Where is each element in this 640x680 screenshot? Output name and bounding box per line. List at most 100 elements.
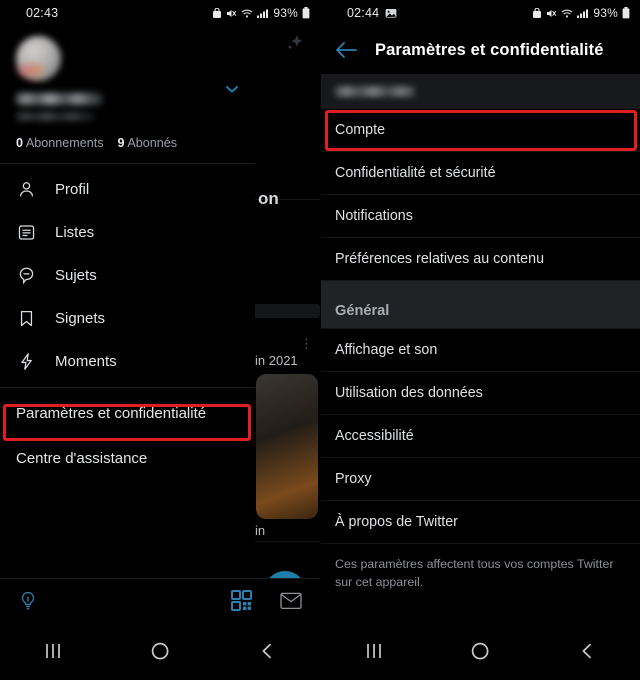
back-icon	[262, 643, 271, 659]
lightbulb-icon	[21, 591, 35, 609]
moments-icon	[16, 352, 37, 371]
menu-label-moments: Moments	[55, 353, 117, 370]
battery-percent: 93%	[273, 6, 298, 20]
android-navbar-right	[321, 622, 640, 680]
footer-item-help-center[interactable]: Centre d'assistance	[0, 440, 255, 477]
home-icon	[151, 642, 169, 660]
person-icon	[16, 180, 37, 199]
back-arrow-button[interactable]	[335, 41, 357, 59]
mute-icon	[226, 8, 237, 19]
left-phone-screen: 02:43 93% ⋮ on in 2021 in 0 Abonnements …	[0, 0, 320, 680]
settings-label-affichage-son: Affichage et son	[335, 342, 438, 358]
recents-icon	[46, 644, 61, 658]
menu-item-profil[interactable]: Profil	[0, 168, 255, 211]
chevron-down-icon	[226, 86, 238, 93]
drawer-menu: Profil Listes Sujets Signets Moments	[0, 164, 255, 383]
status-clock: 02:43	[26, 6, 59, 20]
drawer-footer: Paramètres et confidentialité Centre d'a…	[0, 395, 255, 477]
back-button[interactable]	[237, 631, 297, 671]
status-icons-group: 93%	[212, 6, 310, 20]
timeline-divider-2	[252, 541, 320, 542]
settings-row-accessibilite[interactable]: Accessibilité	[321, 415, 640, 458]
screenshot-icon	[385, 8, 397, 19]
recents-button-right[interactable]	[344, 631, 404, 671]
timeline-text-fragment-2: in 2021	[255, 353, 298, 368]
footer-label-settings-privacy: Paramètres et confidentialité	[16, 405, 207, 422]
settings-row-notifications[interactable]: Notifications	[321, 195, 640, 238]
back-arrow-icon	[336, 42, 357, 58]
timeline-text-fragment: on	[258, 189, 279, 208]
back-icon	[582, 643, 591, 659]
settings-section-label-general: Général	[335, 303, 390, 319]
following-stat[interactable]: 0 Abonnements	[16, 136, 104, 150]
following-label: Abonnements	[25, 136, 104, 150]
settings-label-notifications: Notifications	[335, 208, 413, 224]
recents-button[interactable]	[23, 631, 83, 671]
tweet-overflow-icon[interactable]: ⋮	[300, 337, 313, 350]
qr-code-icon	[231, 590, 252, 611]
status-clock-right: 02:44	[347, 6, 380, 20]
drawer-header	[0, 26, 255, 121]
settings-footer-note: Ces paramètres affectent tous vos compte…	[335, 557, 614, 589]
settings-row-confidentialite-securite[interactable]: Confidentialité et sécurité	[321, 152, 640, 195]
followers-label: Abonnés	[127, 136, 178, 150]
settings-label-preferences-contenu: Préférences relatives au contenu	[335, 251, 545, 267]
alarm-icon	[212, 7, 222, 19]
following-count: 0	[16, 136, 24, 150]
followers-stat[interactable]: 9 Abonnés	[118, 136, 178, 150]
drawer-bottom-bar	[0, 578, 320, 622]
menu-label-sujets: Sujets	[55, 267, 97, 284]
menu-item-sujets[interactable]: Sujets	[0, 254, 255, 297]
lightbulb-button[interactable]	[18, 590, 38, 612]
followers-count: 9	[117, 136, 125, 150]
menu-item-moments[interactable]: Moments	[0, 340, 255, 383]
bookmark-icon	[16, 309, 37, 328]
settings-section-general: Général	[321, 281, 640, 329]
account-section-header	[321, 74, 640, 109]
settings-row-a-propos-twitter[interactable]: À propos de Twitter	[321, 501, 640, 544]
account-handle-redacted-right	[335, 86, 415, 97]
menu-label-listes: Listes	[55, 224, 95, 241]
battery-icon	[622, 7, 630, 19]
wifi-icon	[241, 8, 253, 19]
home-button-right[interactable]	[450, 631, 510, 671]
recents-icon	[367, 644, 382, 658]
dual-screenshot: 02:43 93% ⋮ on in 2021 in 0 Abonnements …	[0, 0, 640, 680]
messages-button[interactable]	[280, 592, 302, 610]
account-switcher-toggle[interactable]	[223, 80, 241, 103]
back-button-right[interactable]	[557, 631, 617, 671]
settings-label-confidentialite-securite: Confidentialité et sécurité	[335, 165, 496, 181]
avatar-color-blur	[18, 64, 44, 77]
home-button[interactable]	[130, 631, 190, 671]
wifi-icon	[561, 8, 573, 19]
footer-item-settings-privacy[interactable]: Paramètres et confidentialité	[0, 395, 255, 432]
menu-label-signets: Signets	[55, 310, 106, 327]
timeline-text-fragment-3: in	[255, 523, 266, 538]
settings-row-compte[interactable]: Compte	[321, 109, 640, 152]
tweet-media-card[interactable]	[256, 374, 318, 519]
mute-icon	[546, 8, 557, 19]
android-navbar-left	[0, 622, 320, 680]
menu-item-signets[interactable]: Signets	[0, 297, 255, 340]
topics-icon	[16, 266, 37, 285]
signal-icon	[577, 8, 589, 19]
drawer-footer-divider	[0, 387, 255, 388]
qr-code-button[interactable]	[231, 590, 252, 611]
page-title: Paramètres et confidentialité	[375, 40, 604, 59]
status-bar-left: 02:43 93%	[0, 0, 320, 26]
sparkle-icon[interactable]	[282, 30, 308, 61]
settings-row-preferences-contenu[interactable]: Préférences relatives au contenu	[321, 238, 640, 281]
settings-row-proxy[interactable]: Proxy	[321, 458, 640, 501]
right-phone-screen: 02:44 93% Paramètres et confidentialité …	[320, 0, 640, 680]
menu-item-listes[interactable]: Listes	[0, 211, 255, 254]
settings-row-affichage-son[interactable]: Affichage et son	[321, 329, 640, 372]
home-icon	[472, 642, 489, 660]
settings-label-compte: Compte	[335, 122, 386, 138]
battery-icon	[302, 7, 310, 19]
account-handle-redacted	[16, 112, 94, 121]
status-bar-right: 02:44 93%	[321, 0, 640, 26]
settings-list: Compte Confidentialité et sécurité Notif…	[321, 109, 640, 592]
app-bar: Paramètres et confidentialité	[321, 26, 640, 74]
settings-row-utilisation-donnees[interactable]: Utilisation des données	[321, 372, 640, 415]
battery-percent-right: 93%	[593, 6, 618, 20]
